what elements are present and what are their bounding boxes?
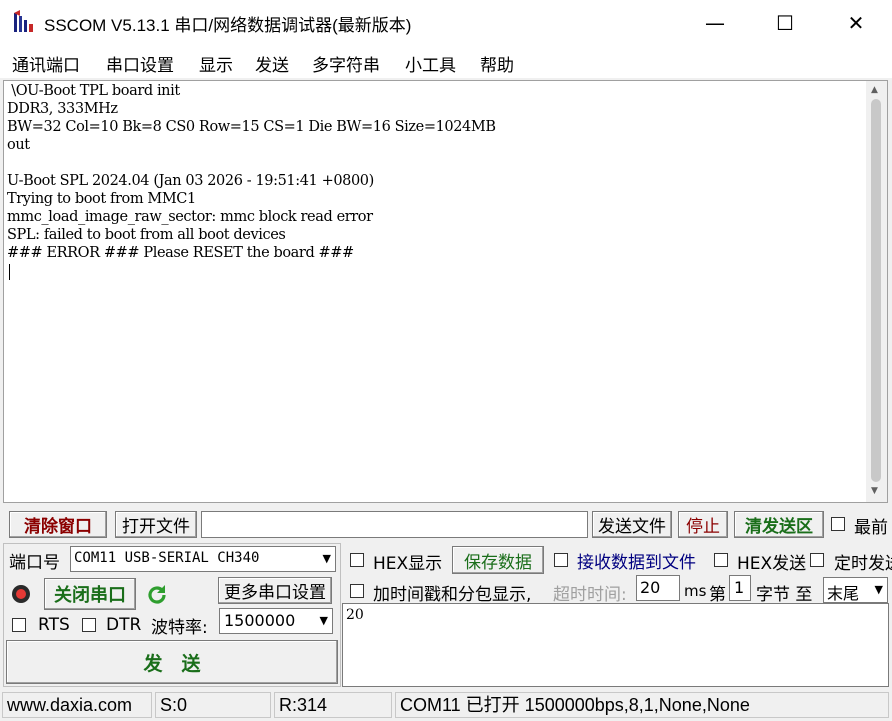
minimize-button[interactable]: —: [680, 0, 750, 46]
rts-checkbox[interactable]: [12, 618, 26, 632]
received-count: R:314: [274, 692, 392, 718]
menu-help[interactable]: 帮助: [480, 51, 514, 76]
topmost-checkbox[interactable]: [831, 517, 845, 531]
end-value: 末尾: [827, 584, 860, 603]
dtr-checkbox[interactable]: [82, 618, 96, 632]
timeout-value: 20: [640, 578, 661, 597]
port-status-text: COM11 已打开 1500000bps,8,1,None,None: [395, 692, 889, 718]
status-bar: www.daxia.com S:0 R:314 COM11 已打开 150000…: [0, 690, 892, 721]
sent-count: S:0: [155, 692, 271, 718]
chevron-down-icon: ▼: [322, 552, 331, 565]
maximize-icon: ☐: [776, 11, 794, 35]
hex-send-label: HEX发送: [737, 554, 807, 574]
recv-to-file-label: 接收数据到文件: [577, 553, 696, 573]
title-bar: SSCOM V5.13.1 串口/网络数据调试器(最新版本) — ☐ ✕: [0, 0, 892, 47]
menu-multi-string[interactable]: 多字符串: [312, 51, 380, 76]
port-label: 端口号: [9, 553, 60, 573]
port-select[interactable]: COM11 USB-SERIAL CH340 ▼: [70, 546, 336, 572]
maximize-button[interactable]: ☐: [750, 0, 820, 46]
scroll-up-icon[interactable]: ▲: [871, 85, 878, 95]
scroll-down-icon[interactable]: ▼: [871, 486, 878, 496]
clear-window-button[interactable]: 清除窗口: [9, 511, 107, 538]
stop-button[interactable]: 停止: [678, 511, 728, 538]
timed-send-checkbox[interactable]: [810, 553, 824, 567]
send-textarea[interactable]: 20: [342, 603, 889, 687]
menu-tools[interactable]: 小工具: [405, 51, 456, 76]
receive-area[interactable]: \OU-Boot TPL board init DDR3, 333MHz BW=…: [3, 80, 868, 503]
baud-select[interactable]: 1500000 ▼: [219, 608, 333, 634]
receive-scrollbar[interactable]: ▲ ▼: [866, 80, 888, 503]
hex-display-label: HEX显示: [373, 554, 443, 574]
save-data-button[interactable]: 保存数据: [452, 546, 544, 574]
chevron-down-icon: ▼: [319, 614, 328, 627]
baud-label: 波特率:: [151, 618, 208, 638]
timed-send-label: 定时发送: [834, 554, 892, 574]
timeout-input[interactable]: 20: [636, 575, 680, 601]
nth-prefix-label: 第: [709, 585, 726, 605]
refresh-icon[interactable]: [145, 583, 169, 607]
ms-label: ms: [684, 582, 707, 600]
app-icon: [14, 10, 33, 32]
byte-to-label: 字节 至: [756, 585, 813, 605]
send-file-button[interactable]: 发送文件: [592, 511, 672, 538]
menu-bar: 通讯端口 串口设置 显示 发送 多字符串 小工具 帮助: [0, 46, 892, 78]
clear-send-button[interactable]: 清发送区: [734, 511, 824, 538]
chevron-down-icon: ▼: [874, 583, 883, 596]
close-button[interactable]: ✕: [821, 0, 891, 46]
baud-value: 1500000: [224, 611, 296, 630]
timeout-label: 超时时间:: [553, 585, 627, 605]
end-select[interactable]: 末尾 ▼: [823, 577, 888, 603]
topmost-label: 最前: [854, 518, 888, 538]
file-path-input[interactable]: [201, 511, 588, 538]
close-icon: ✕: [847, 11, 865, 35]
hex-display-checkbox[interactable]: [350, 553, 364, 567]
minimize-icon: —: [705, 11, 725, 35]
timestamp-label: 加时间戳和分包显示,: [373, 585, 532, 605]
window-title: SSCOM V5.13.1 串口/网络数据调试器(最新版本): [44, 16, 412, 35]
rts-label: RTS: [38, 615, 70, 635]
recv-to-file-checkbox[interactable]: [554, 553, 568, 567]
send-text: 20: [346, 607, 364, 623]
port-status-icon: [12, 585, 30, 603]
menu-serial-settings[interactable]: 串口设置: [106, 51, 174, 76]
menu-comm-port[interactable]: 通讯端口: [12, 51, 80, 76]
close-port-button[interactable]: 关闭串口: [44, 578, 136, 610]
menu-send[interactable]: 发送: [255, 51, 289, 76]
website-link[interactable]: www.daxia.com: [2, 692, 152, 718]
more-settings-button[interactable]: 更多串口设置: [218, 577, 332, 604]
port-value: COM11 USB-SERIAL CH340: [74, 550, 260, 566]
nth-byte-value: 1: [734, 578, 745, 597]
dtr-label: DTR: [106, 615, 142, 635]
text-cursor: [9, 264, 10, 280]
menu-display[interactable]: 显示: [199, 51, 233, 76]
open-file-button[interactable]: 打开文件: [115, 511, 197, 538]
send-button[interactable]: 发 送: [6, 640, 338, 684]
nth-byte-input[interactable]: 1: [729, 575, 751, 601]
receive-text: \OU-Boot TPL board init DDR3, 333MHz BW=…: [7, 83, 496, 261]
scroll-thumb[interactable]: [871, 99, 881, 482]
timestamp-checkbox[interactable]: [350, 584, 364, 598]
hex-send-checkbox[interactable]: [714, 553, 728, 567]
